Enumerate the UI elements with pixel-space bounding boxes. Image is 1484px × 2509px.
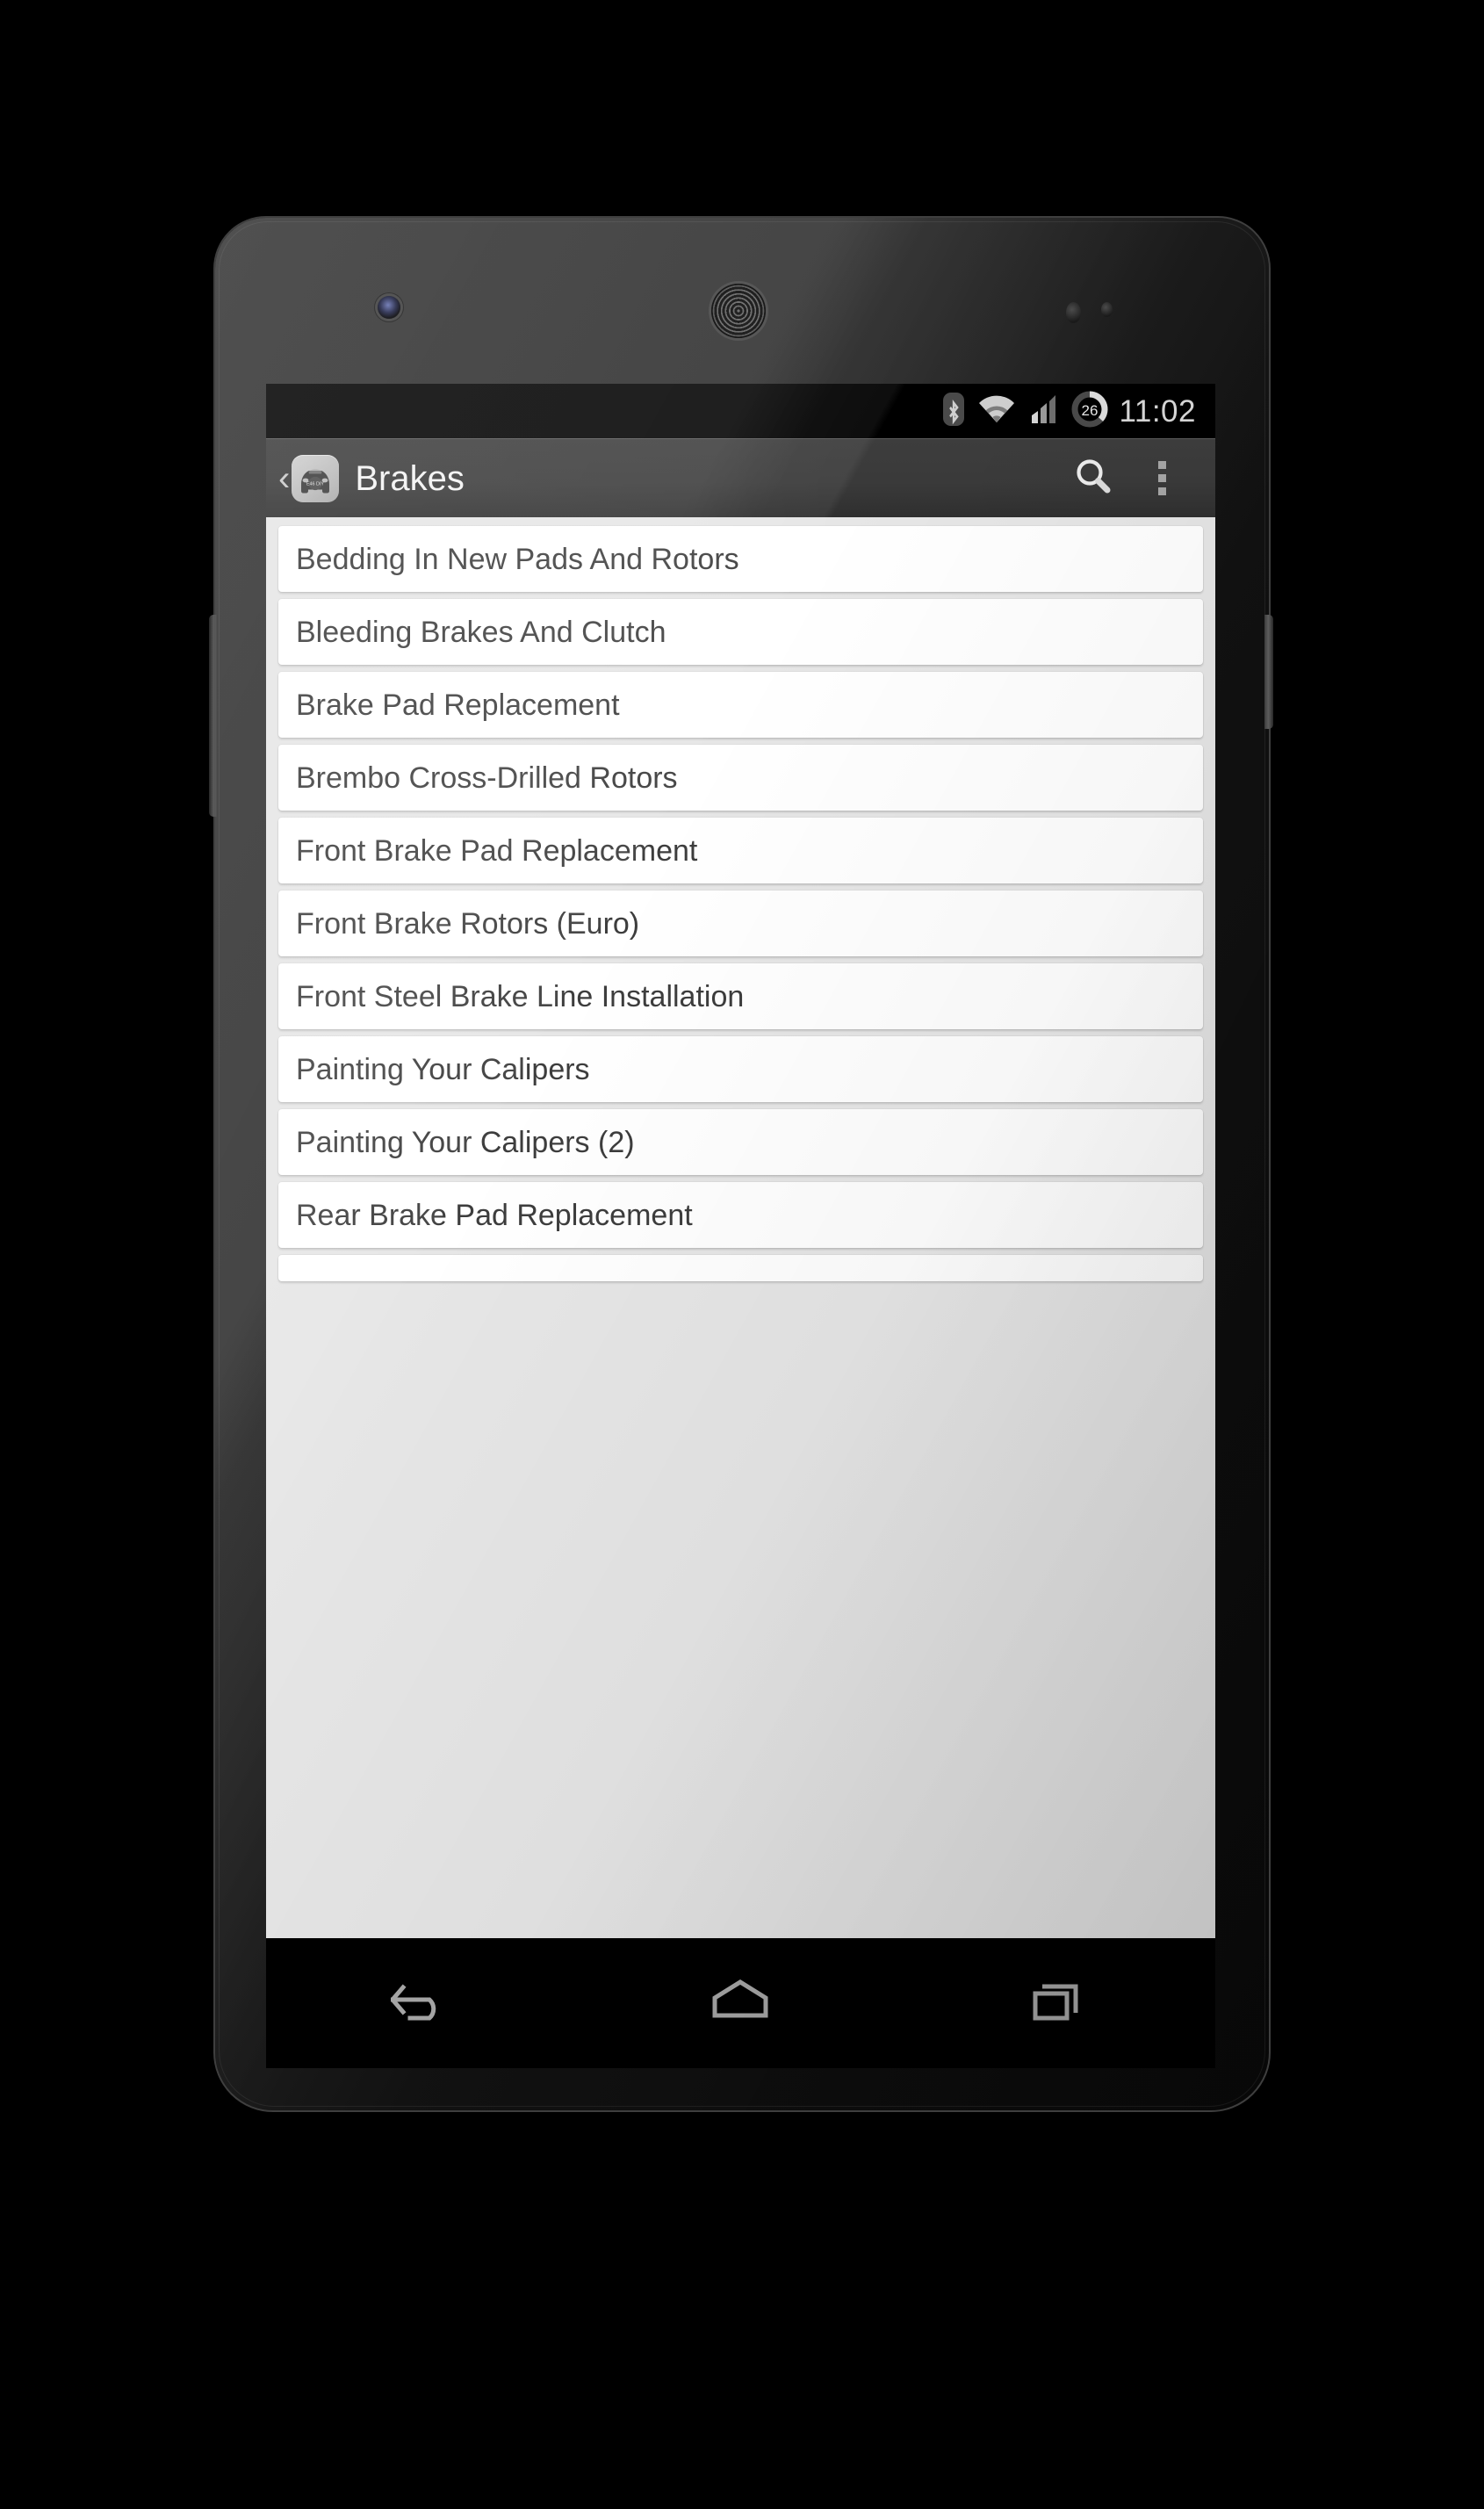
proximity-sensor-icon <box>1066 302 1081 323</box>
list-item[interactable] <box>278 1255 1203 1281</box>
list-item[interactable]: Bedding In New Pads And Rotors <box>278 526 1203 592</box>
search-icon <box>1072 455 1114 501</box>
list-item[interactable]: Front Steel Brake Line Installation <box>278 963 1203 1029</box>
back-chevron-icon[interactable]: ‹ <box>278 461 290 496</box>
list-item-label: Rear Brake Pad Replacement <box>296 1198 693 1232</box>
list-item-label: Front Brake Pad Replacement <box>296 833 698 868</box>
android-navigation-bar <box>266 1938 1215 2068</box>
battery-level-text: 26 <box>1081 402 1098 419</box>
app-icon-car[interactable]: E46 DIY <box>292 454 340 502</box>
home-nav-button[interactable] <box>652 1938 828 2068</box>
bluetooth-icon <box>942 392 965 431</box>
screenshot-root: 26 11:02 ‹ E46 DIY Brakes Bedding In New… <box>0 0 1484 2509</box>
battery-circle-icon: 26 <box>1070 390 1109 433</box>
list-item-label: Painting Your Calipers <box>296 1052 590 1086</box>
recents-nav-icon <box>1028 1976 1086 2031</box>
earpiece-speaker <box>711 284 766 338</box>
list-item[interactable]: Front Brake Rotors (Euro) <box>278 890 1203 956</box>
list-item[interactable]: Front Brake Pad Replacement <box>278 818 1203 883</box>
action-bar: ‹ E46 DIY Brakes <box>266 438 1215 517</box>
list-item[interactable]: Bleeding Brakes And Clutch <box>278 599 1203 665</box>
back-nav-icon <box>389 1975 457 2032</box>
list-item[interactable]: Brake Pad Replacement <box>278 672 1203 738</box>
list-item-label: Brake Pad Replacement <box>296 688 620 722</box>
recents-nav-button[interactable] <box>969 1938 1145 2068</box>
home-nav-icon <box>710 1977 771 2030</box>
list-item[interactable]: Painting Your Calipers <box>278 1036 1203 1102</box>
search-button[interactable] <box>1059 439 1127 518</box>
status-bar-clock: 11:02 <box>1119 393 1196 429</box>
list-item[interactable]: Rear Brake Pad Replacement <box>278 1182 1203 1248</box>
status-bar-icons: 26 <box>942 390 1109 433</box>
status-bar: 26 11:02 <box>266 384 1215 438</box>
page-title: Brakes <box>355 458 465 498</box>
app-icon-plate-text: E46 DIY <box>306 481 324 487</box>
list-item-label: Front Steel Brake Line Installation <box>296 979 745 1013</box>
list-item-label: Front Brake Rotors (Euro) <box>296 906 640 941</box>
list-item-label: Brembo Cross-Drilled Rotors <box>296 761 678 795</box>
volume-rocker[interactable] <box>209 615 218 817</box>
overflow-menu-icon <box>1157 461 1166 495</box>
front-camera <box>378 296 400 319</box>
list-item-label: Painting Your Calipers (2) <box>296 1125 635 1159</box>
power-button[interactable] <box>1264 615 1273 729</box>
wifi-icon <box>977 394 1016 429</box>
phone-screen: 26 11:02 ‹ E46 DIY Brakes Bedding In New… <box>266 384 1215 2068</box>
list-item[interactable]: Brembo Cross-Drilled Rotors <box>278 745 1203 811</box>
light-sensor-icon <box>1101 302 1113 317</box>
overflow-menu-button[interactable] <box>1127 439 1196 518</box>
list-item-label: Bleeding Brakes And Clutch <box>296 615 666 649</box>
back-nav-button[interactable] <box>336 1938 512 2068</box>
list-item-label: Bedding In New Pads And Rotors <box>296 542 739 576</box>
article-list[interactable]: Bedding In New Pads And Rotors Bleeding … <box>266 517 1215 1938</box>
list-item[interactable]: Painting Your Calipers (2) <box>278 1109 1203 1175</box>
cellular-signal-icon <box>1028 393 1058 429</box>
